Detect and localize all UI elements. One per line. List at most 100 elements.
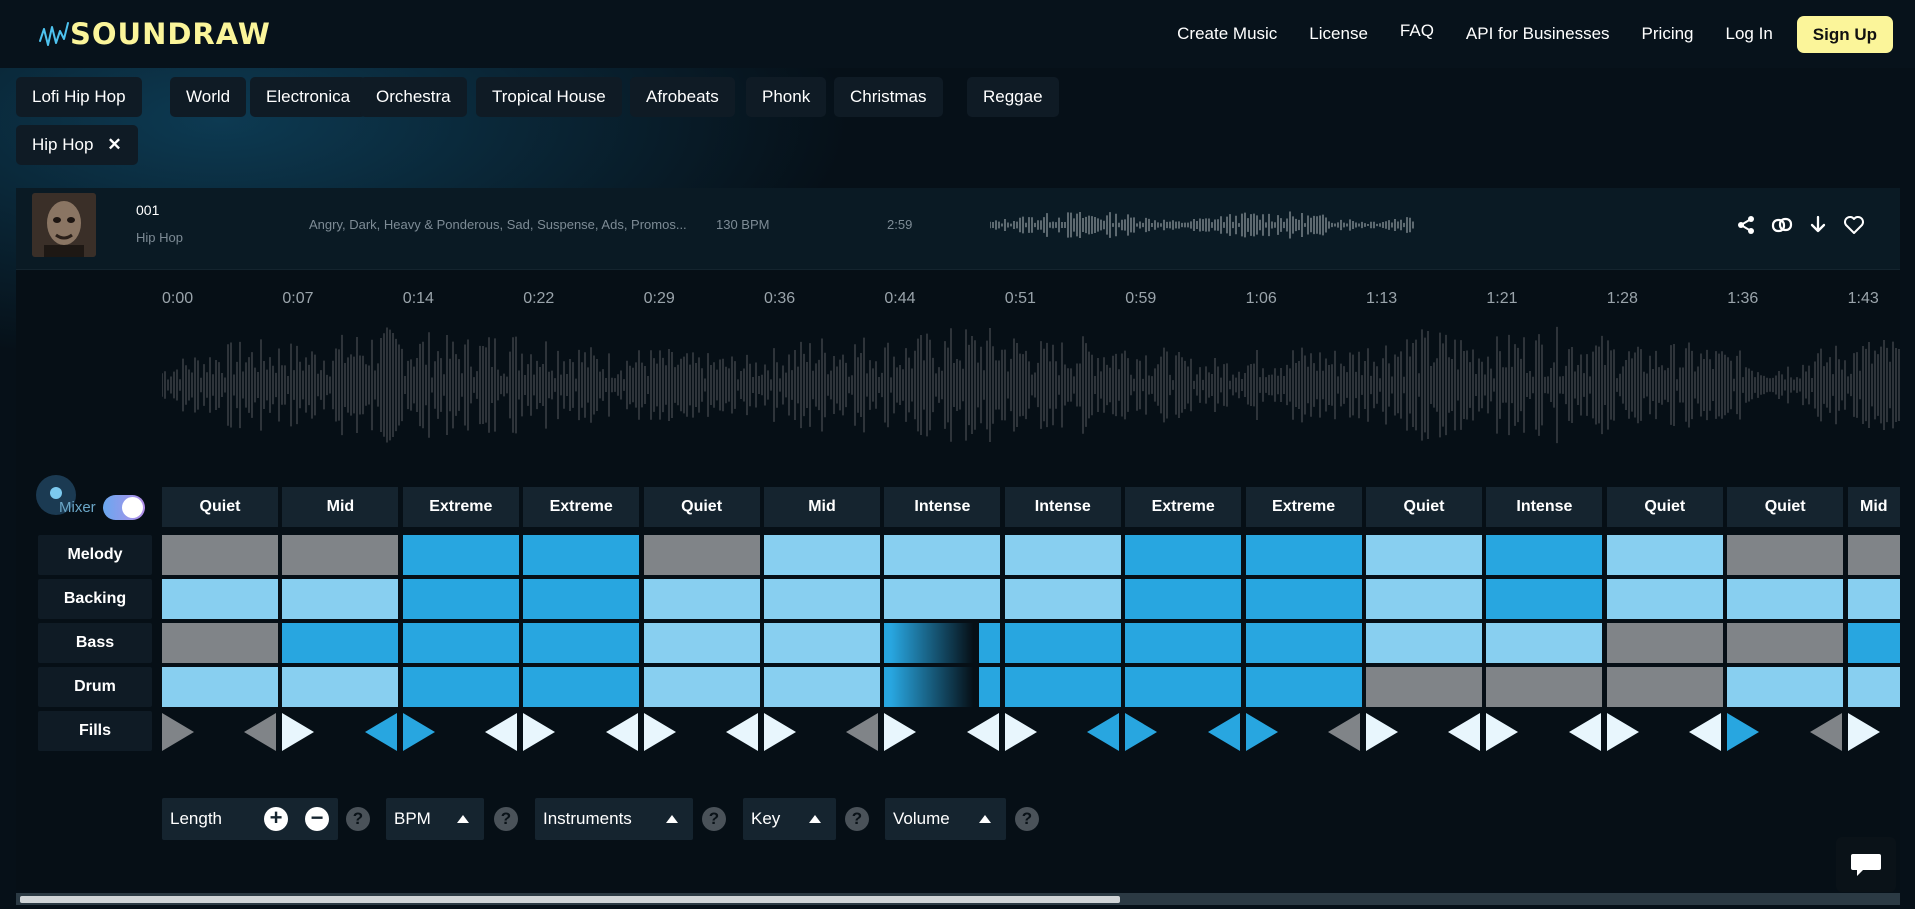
energy-level-button[interactable]: Quiet (162, 487, 278, 527)
fill-right-arrow-icon[interactable] (884, 713, 917, 751)
melody-cell[interactable] (1366, 535, 1482, 575)
energy-level-button[interactable]: Quiet (1366, 487, 1482, 527)
scrollbar-thumb[interactable] (20, 896, 1120, 903)
bass-cell[interactable] (1847, 623, 1900, 663)
fill-right-arrow-icon[interactable] (1486, 713, 1519, 751)
volume-control[interactable]: Volume (885, 798, 1006, 840)
length-help-icon[interactable]: ? (346, 807, 370, 831)
energy-level-button[interactable]: Intense (884, 487, 1001, 527)
track-title[interactable]: 001 (136, 202, 159, 218)
backing-cell[interactable] (523, 579, 640, 619)
energy-level-button[interactable]: Extreme (1125, 487, 1242, 527)
melody-cell[interactable] (1125, 535, 1242, 575)
backing-cell[interactable] (1486, 579, 1603, 619)
track-row[interactable]: 001 Hip Hop Angry, Dark, Heavy & Pondero… (16, 188, 1900, 270)
genre-chip-lofi-hip-hop[interactable]: Lofi Hip Hop (16, 77, 142, 117)
bass-cell[interactable] (1727, 623, 1844, 663)
energy-level-button[interactable]: Extreme (402, 487, 519, 527)
link-icon[interactable] (1764, 212, 1800, 238)
instruments-help-icon[interactable]: ? (702, 807, 726, 831)
fill-right-arrow-icon[interactable] (1847, 713, 1880, 751)
bass-cell[interactable] (884, 623, 1001, 663)
backing-cell[interactable] (643, 579, 760, 619)
key-help-icon[interactable]: ? (845, 807, 869, 831)
drum-cell[interactable] (1847, 667, 1900, 707)
melody-cell[interactable] (1847, 535, 1900, 575)
backing-cell[interactable] (282, 579, 399, 619)
fill-left-arrow-icon[interactable] (1448, 713, 1481, 751)
melody-cell[interactable] (282, 535, 399, 575)
drum-cell[interactable] (282, 667, 399, 707)
melody-cell[interactable] (1727, 535, 1844, 575)
melody-cell[interactable] (523, 535, 640, 575)
drum-cell[interactable] (1727, 667, 1844, 707)
drum-cell[interactable] (643, 667, 760, 707)
melody-cell[interactable] (1606, 535, 1723, 575)
bass-cell[interactable] (1125, 623, 1242, 663)
fill-right-arrow-icon[interactable] (764, 713, 796, 751)
nav-license[interactable]: License (1309, 24, 1368, 44)
drum-cell[interactable] (1004, 667, 1121, 707)
energy-level-button[interactable]: Intense (1486, 487, 1603, 527)
nav-pricing[interactable]: Pricing (1642, 24, 1694, 44)
bass-cell[interactable] (523, 623, 640, 663)
bass-cell[interactable] (282, 623, 399, 663)
genre-chip-christmas[interactable]: Christmas (834, 77, 943, 117)
backing-cell[interactable] (1606, 579, 1723, 619)
fill-left-arrow-icon[interactable] (1207, 713, 1240, 751)
share-icon[interactable] (1728, 212, 1764, 238)
fill-left-arrow-icon[interactable] (1809, 713, 1842, 751)
bpm-control[interactable]: BPM (386, 798, 484, 840)
nav-log-in[interactable]: Log In (1726, 24, 1773, 44)
melody-cell[interactable] (1245, 535, 1362, 575)
fill-right-arrow-icon[interactable] (1366, 713, 1398, 751)
genre-chip-phonk[interactable]: Phonk (746, 77, 827, 117)
fill-left-arrow-icon[interactable] (846, 713, 879, 751)
bass-cell[interactable] (643, 623, 760, 663)
backing-cell[interactable] (1125, 579, 1242, 619)
bass-cell[interactable] (764, 623, 880, 663)
length-add-button[interactable]: + (264, 807, 288, 831)
fill-right-arrow-icon[interactable] (1125, 713, 1158, 751)
backing-cell[interactable] (1366, 579, 1482, 619)
genre-chip-reggae[interactable]: Reggae (967, 77, 1059, 117)
genre-chip-electronica[interactable]: Electronica (250, 77, 367, 117)
fill-left-arrow-icon[interactable] (605, 713, 638, 751)
chat-support-button[interactable] (1836, 837, 1896, 892)
fill-left-arrow-icon[interactable] (1087, 713, 1120, 751)
nav-create-music[interactable]: Create Music (1177, 24, 1277, 44)
fill-right-arrow-icon[interactable] (402, 713, 435, 751)
genre-chip-afrobeats[interactable]: Afrobeats (630, 77, 735, 117)
bass-cell[interactable] (402, 623, 519, 663)
fill-left-arrow-icon[interactable] (726, 713, 758, 751)
drum-cell[interactable] (402, 667, 519, 707)
energy-level-button[interactable]: Mid (282, 487, 399, 527)
heart-icon[interactable] (1836, 212, 1872, 238)
melody-cell[interactable] (764, 535, 880, 575)
bass-cell[interactable] (1606, 623, 1723, 663)
melody-cell[interactable] (643, 535, 760, 575)
fill-right-arrow-icon[interactable] (282, 713, 315, 751)
fill-right-arrow-icon[interactable] (1727, 713, 1760, 751)
backing-cell[interactable] (764, 579, 880, 619)
bass-cell[interactable] (1366, 623, 1482, 663)
length-remove-button[interactable]: − (305, 807, 329, 831)
nav-api-for-businesses[interactable]: API for Businesses (1466, 24, 1610, 44)
genre-chip-orchestra[interactable]: Orchestra (360, 77, 467, 117)
melody-cell[interactable] (1004, 535, 1121, 575)
genre-chip-tropical-house[interactable]: Tropical House (476, 77, 622, 117)
drum-cell[interactable] (884, 667, 1001, 707)
sign-up-button[interactable]: Sign Up (1796, 15, 1893, 53)
energy-level-button[interactable]: Quiet (1606, 487, 1723, 527)
nav-faq[interactable]: FAQ (1400, 21, 1434, 41)
drum-cell[interactable] (1366, 667, 1482, 707)
horizontal-scrollbar[interactable] (16, 893, 1900, 905)
fill-left-arrow-icon[interactable] (364, 713, 397, 751)
fill-right-arrow-icon[interactable] (643, 713, 676, 751)
fill-left-arrow-icon[interactable] (1568, 713, 1601, 751)
fill-right-arrow-icon[interactable] (1004, 713, 1037, 751)
drum-cell[interactable] (1245, 667, 1362, 707)
fill-right-arrow-icon[interactable] (1245, 713, 1278, 751)
backing-cell[interactable] (1004, 579, 1121, 619)
bass-cell[interactable] (1486, 623, 1603, 663)
